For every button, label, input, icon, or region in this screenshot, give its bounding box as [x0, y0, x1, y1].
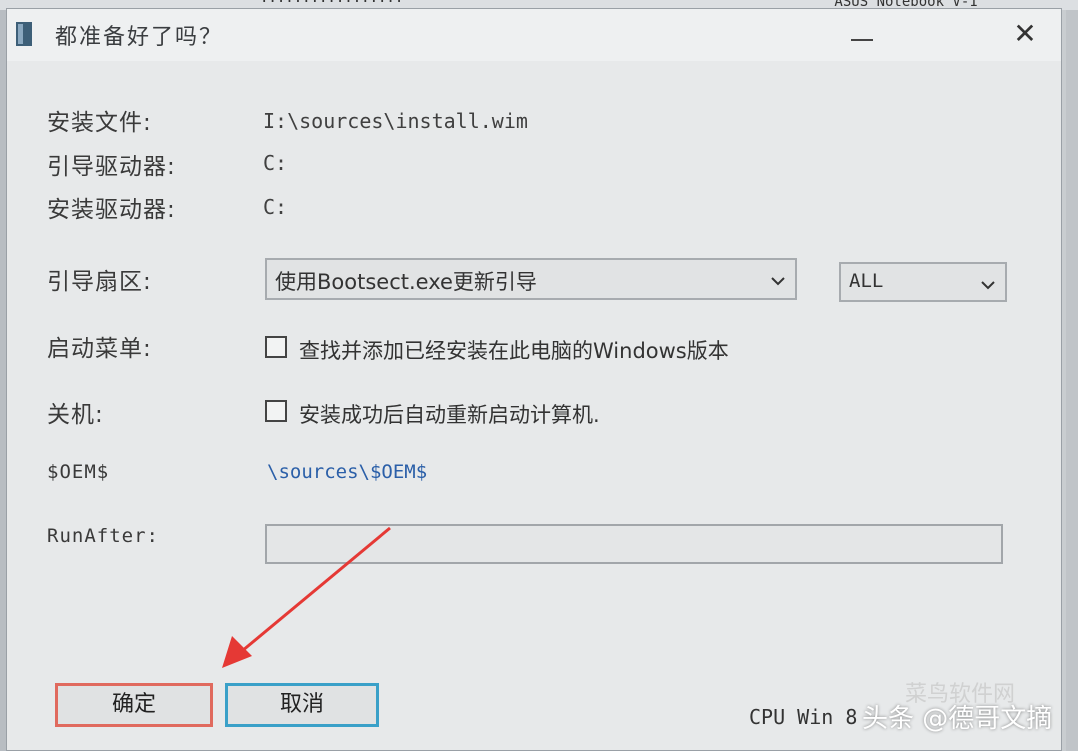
red-arrow-annotation [222, 526, 391, 668]
watermark-line-2: 头条 @德哥文摘 [862, 704, 1053, 734]
